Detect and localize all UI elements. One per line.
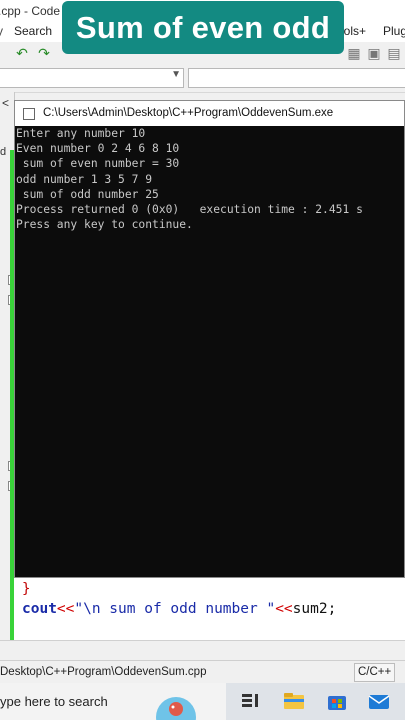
search-highlight-illustration-icon: [156, 697, 196, 720]
code-keyword: cout: [22, 601, 57, 617]
toolbar-button-icon[interactable]: ▣: [366, 45, 382, 61]
console-line: Press any key to continue.: [16, 218, 193, 231]
folder-icon[interactable]: [282, 689, 306, 713]
redo-icon[interactable]: ↷: [36, 45, 52, 61]
taskbar-search-box[interactable]: ype here to search: [0, 683, 226, 720]
code-operator: <<: [56, 601, 75, 617]
editor-footer-gap: [0, 640, 405, 661]
taskbar-search-placeholder: ype here to search: [0, 694, 108, 709]
status-bar: Desktop\C++Program\OddevenSum.cpp C/C++: [0, 660, 405, 684]
console-title-text: C:\Users\Admin\Desktop\C++Program\Oddeve…: [43, 107, 334, 119]
video-title-banner: Sum of even odd: [62, 1, 344, 54]
store-icon[interactable]: [325, 689, 349, 713]
menu-item-view[interactable]: y: [0, 24, 3, 38]
task-view-icon[interactable]: [238, 689, 262, 713]
status-language: C/C++: [354, 663, 396, 682]
mail-icon[interactable]: [367, 689, 391, 713]
code-string: "\n sum of odd number ": [74, 601, 276, 617]
console-line: odd number 1 3 5 7 9: [16, 173, 153, 186]
ide-title-text: .cpp - Code: [0, 4, 61, 18]
toolbar-button-icon[interactable]: ▤: [386, 45, 402, 61]
console-line: Even number 0 2 4 6 8 10: [16, 142, 180, 155]
console-line: sum of odd number 25: [16, 188, 159, 201]
collapse-arrow-icon[interactable]: <: [2, 96, 9, 110]
code-editor[interactable]: } cout<<"\n sum of odd number "<<sum2;: [14, 578, 405, 640]
secondary-toolbar: ▼: [0, 64, 405, 93]
menu-item-search[interactable]: Search: [14, 24, 52, 38]
console-title-bar[interactable]: C:\Users\Admin\Desktop\C++Program\Oddeve…: [15, 101, 404, 126]
side-tab-label[interactable]: d: [0, 146, 6, 158]
code-operator: <<: [275, 601, 293, 617]
chevron-down-icon: ▼: [171, 69, 181, 80]
console-window[interactable]: C:\Users\Admin\Desktop\C++Program\Oddeve…: [14, 100, 405, 578]
toolbar-button-icon[interactable]: ▦: [346, 45, 362, 61]
console-line: sum of even number = 30: [16, 157, 180, 170]
code-identifier: sum2;: [292, 601, 337, 617]
console-line: Enter any number 10: [16, 127, 146, 140]
console-app-icon: [23, 108, 35, 120]
code-line-brace: }: [22, 581, 31, 597]
code-line-cout: cout<<"\n sum of odd number "<<sum2;: [22, 601, 336, 617]
status-file-path: Desktop\C++Program\OddevenSum.cpp: [0, 666, 207, 678]
windows-taskbar: ype here to search: [0, 683, 405, 720]
scope-combo[interactable]: ▼: [0, 68, 184, 88]
console-line: Process returned 0 (0x0) execution time …: [16, 203, 363, 216]
menu-item-plugins[interactable]: Plug: [383, 24, 405, 38]
console-output[interactable]: Enter any number 10 Even number 0 2 4 6 …: [15, 126, 404, 577]
symbol-combo[interactable]: [188, 68, 405, 88]
undo-icon[interactable]: ↶: [14, 45, 30, 61]
